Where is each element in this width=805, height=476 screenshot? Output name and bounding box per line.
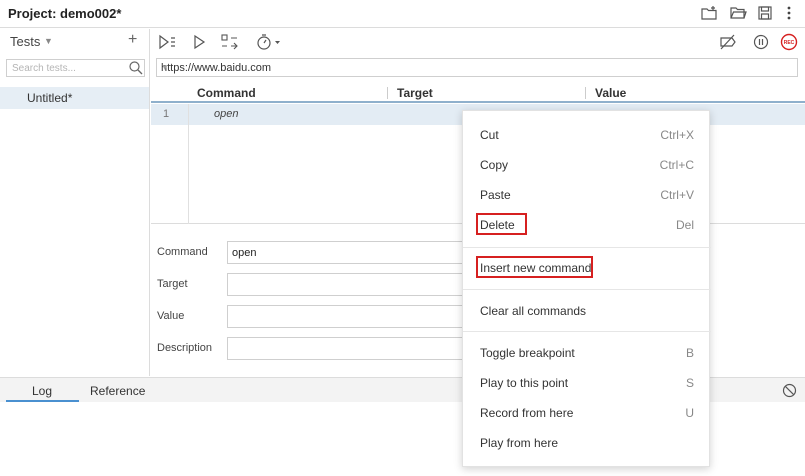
- target-field[interactable]: [227, 273, 467, 296]
- tests-sidebar: Tests ▼ + Untitled*: [0, 29, 150, 376]
- add-test-icon[interactable]: +: [128, 31, 137, 49]
- toolbar: REC: [151, 29, 805, 55]
- gutter-divider: [188, 104, 189, 224]
- value-field[interactable]: [227, 305, 467, 328]
- pause-icon[interactable]: [750, 32, 772, 52]
- tab-reference[interactable]: Reference: [90, 384, 145, 398]
- menu-item-record-from-here[interactable]: Record from here U: [463, 401, 711, 425]
- record-icon[interactable]: REC: [778, 32, 800, 52]
- chevron-down-icon[interactable]: ▼: [161, 63, 791, 72]
- more-vertical-icon[interactable]: [780, 4, 798, 22]
- insert-highlight-box: [476, 256, 593, 278]
- menu-divider: [463, 331, 711, 332]
- command-field-value: open: [232, 247, 257, 259]
- menu-item-play-to-this-point[interactable]: Play to this point S: [463, 371, 711, 395]
- save-icon[interactable]: [756, 4, 774, 22]
- command-label: Command: [157, 246, 208, 258]
- app-header: Project: demo002*: [0, 0, 805, 28]
- record-label: REC: [784, 40, 795, 46]
- clear-log-icon[interactable]: [782, 383, 797, 398]
- sidebar-item-untitled[interactable]: Untitled*: [0, 87, 149, 109]
- command-table-header: Command Target Value: [151, 84, 805, 103]
- open-folder-icon[interactable]: [729, 4, 747, 22]
- step-icon[interactable]: [219, 32, 241, 52]
- delete-highlight-box: [476, 213, 527, 235]
- row-command: open: [214, 108, 239, 120]
- chevron-down-icon[interactable]: ▼: [44, 36, 53, 46]
- column-command[interactable]: Command: [197, 86, 256, 100]
- tab-log[interactable]: Log: [32, 384, 52, 398]
- value-label: Value: [157, 310, 185, 322]
- menu-item-toggle-breakpoint[interactable]: Toggle breakpoint B: [463, 341, 711, 365]
- menu-item-copy[interactable]: Copy Ctrl+C: [463, 153, 711, 177]
- menu-item-cut[interactable]: Cut Ctrl+X: [463, 123, 711, 147]
- new-folder-icon[interactable]: [700, 4, 718, 22]
- tests-header: Tests ▼ +: [0, 29, 149, 53]
- column-target[interactable]: Target: [397, 86, 433, 100]
- base-url-input[interactable]: https://www.baidu.com ▼: [156, 58, 798, 77]
- speed-icon[interactable]: [255, 32, 285, 52]
- search-tests-input[interactable]: [6, 59, 145, 77]
- tests-dropdown[interactable]: Tests: [10, 34, 40, 49]
- menu-item-play-from-here[interactable]: Play from here: [463, 431, 711, 455]
- description-label: Description: [157, 342, 213, 354]
- run-icon[interactable]: [189, 32, 211, 52]
- active-tab-indicator: [6, 400, 79, 402]
- row-number: 1: [163, 108, 170, 120]
- test-item-label: Untitled*: [27, 91, 73, 105]
- project-title: Project: demo002*: [8, 6, 122, 21]
- description-field[interactable]: [227, 337, 467, 360]
- target-label: Target: [157, 278, 188, 290]
- menu-divider: [463, 247, 711, 248]
- menu-divider: [463, 289, 711, 290]
- command-field[interactable]: open: [227, 241, 467, 264]
- column-value[interactable]: Value: [595, 86, 626, 100]
- disable-breakpoints-icon[interactable]: [717, 32, 739, 52]
- run-all-icon[interactable]: [157, 32, 179, 52]
- menu-item-paste[interactable]: Paste Ctrl+V: [463, 183, 711, 207]
- menu-item-clear-all-commands[interactable]: Clear all commands: [463, 299, 711, 323]
- search-icon[interactable]: [128, 60, 144, 76]
- context-menu: Cut Ctrl+X Copy Ctrl+C Paste Ctrl+V Dele…: [462, 110, 711, 467]
